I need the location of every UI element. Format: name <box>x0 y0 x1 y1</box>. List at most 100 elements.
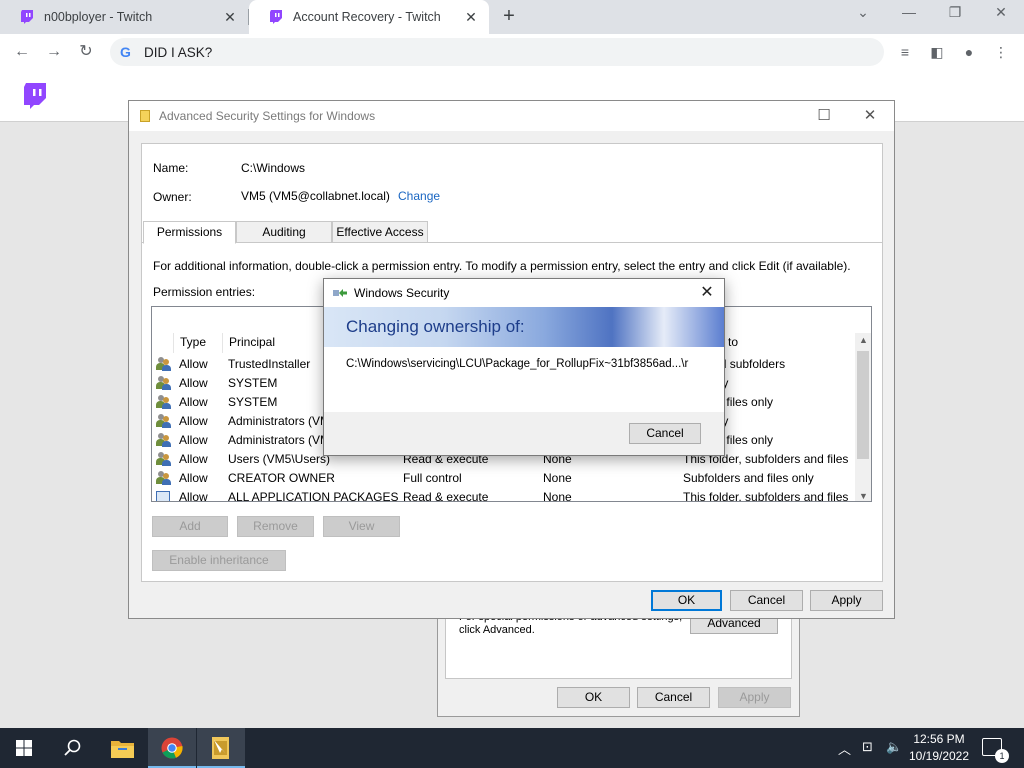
scroll-thumb[interactable] <box>857 351 869 459</box>
twitch-logo-icon[interactable] <box>23 83 47 110</box>
chrome-taskbar-button[interactable] <box>148 728 196 768</box>
start-button[interactable] <box>0 728 48 768</box>
row-type: Allow <box>179 414 208 428</box>
file-explorer-button[interactable] <box>98 728 146 768</box>
browser-tab-1[interactable]: n00bployer - Twitch ✕ <box>0 0 248 34</box>
tab-close-icon[interactable]: ✕ <box>463 9 479 25</box>
tab-title: Account Recovery - Twitch <box>293 10 441 24</box>
properties-apply-button[interactable]: Apply <box>718 687 791 708</box>
users-icon <box>156 433 171 447</box>
security-cancel-button[interactable]: Cancel <box>629 423 701 444</box>
row-type: Allow <box>179 433 208 447</box>
enable-inheritance-button[interactable]: Enable inheritance <box>152 550 286 571</box>
notification-count: 1 <box>995 749 1009 763</box>
chrome-icon <box>161 737 183 759</box>
row-principal: Users (VM5\Users) <box>228 452 331 466</box>
ok-button[interactable]: OK <box>651 590 722 611</box>
tab-auditing[interactable]: Auditing <box>236 221 332 243</box>
close-icon[interactable]: ✕ <box>855 105 885 127</box>
users-icon <box>156 414 171 428</box>
tab-title: n00bployer - Twitch <box>44 10 153 24</box>
dialog-titlebar: Advanced Security Settings for Windows ☐… <box>129 101 894 131</box>
address-bar[interactable]: G DID I ASK? <box>110 38 884 66</box>
action-center-icon[interactable]: 1 <box>982 738 1009 763</box>
browser-toolbar: ← → ↻ G DID I ASK? ≡ ◧ ● ⋮ <box>0 34 1024 70</box>
explorer-window-button[interactable] <box>197 728 245 768</box>
clock-date: 10/19/2022 <box>908 749 970 763</box>
google-icon: G <box>120 44 131 60</box>
reload-button[interactable]: ↻ <box>75 41 97 63</box>
permission-entries-label: Permission entries: <box>153 285 256 299</box>
forward-button[interactable]: → <box>43 41 65 63</box>
clock-time: 12:56 PM <box>913 732 965 746</box>
search-button[interactable] <box>48 728 96 768</box>
row-principal: SYSTEM <box>228 376 278 390</box>
network-icon[interactable]: ⊡ <box>862 739 873 755</box>
restore-button[interactable]: ❐ <box>940 4 970 26</box>
owner-label: Owner: <box>153 190 192 204</box>
tab-effective-access[interactable]: Effective Access <box>332 221 428 243</box>
row-principal: CREATOR OWNER <box>228 471 335 485</box>
security-banner: Changing ownership of: <box>324 307 724 347</box>
row-principal: Administrators (VM <box>228 414 331 428</box>
tab-close-icon[interactable]: ✕ <box>222 9 238 25</box>
tab-search-icon[interactable]: ⌄ <box>848 4 878 26</box>
row-type: Allow <box>179 357 208 371</box>
row-access: Read & execute <box>403 490 489 502</box>
transfer-icon <box>333 289 347 297</box>
cancel-button[interactable]: Cancel <box>730 590 803 611</box>
row-principal: TrustedInstaller <box>228 357 311 371</box>
row-type: Allow <box>179 376 208 390</box>
show-hidden-icons-icon[interactable]: ︿ <box>838 739 851 758</box>
new-tab-button[interactable]: + <box>498 6 520 28</box>
info-text: For additional information, double-click… <box>153 259 851 273</box>
tab-permissions[interactable]: Permissions <box>143 221 236 244</box>
scroll-down-icon[interactable]: ▼ <box>855 489 871 501</box>
row-inherited: None <box>543 490 572 502</box>
security-title: Windows Security <box>354 286 450 300</box>
add-button[interactable]: Add <box>152 516 228 537</box>
ownership-path: C:\Windows\servicing\LCU\Package_for_Rol… <box>346 358 689 370</box>
users-icon <box>156 376 171 390</box>
remove-button[interactable]: Remove <box>237 516 314 537</box>
search-icon <box>64 739 81 756</box>
security-heading: Changing ownership of: <box>346 317 525 336</box>
column-applies-to[interactable]: to <box>722 333 855 353</box>
taskbar: ︿ ⊡ 🔈 12:56 PM 10/19/2022 1 <box>0 728 1024 768</box>
media-control-icon[interactable]: ≡ <box>896 43 914 61</box>
address-bar-text: DID I ASK? <box>144 44 213 60</box>
users-icon <box>156 395 171 409</box>
users-icon <box>156 471 171 485</box>
scroll-up-icon[interactable]: ▲ <box>855 333 871 347</box>
row-type: Allow <box>179 490 208 502</box>
row-type: Allow <box>179 395 208 409</box>
row-principal: Administrators (VM <box>228 433 331 447</box>
side-panel-icon[interactable]: ◧ <box>928 43 946 61</box>
owner-value: VM5 (VM5@collabnet.local) <box>241 189 390 203</box>
menu-icon[interactable]: ⋮ <box>992 43 1010 61</box>
twitch-icon <box>21 10 33 24</box>
profile-icon[interactable]: ● <box>960 43 978 61</box>
browser-tab-2[interactable]: Account Recovery - Twitch ✕ <box>249 0 489 34</box>
apply-button[interactable]: Apply <box>810 590 883 611</box>
back-button[interactable]: ← <box>11 41 33 63</box>
change-owner-link[interactable]: Change <box>398 189 440 203</box>
clock[interactable]: 12:56 PM 10/19/2022 <box>900 731 978 765</box>
view-button[interactable]: View <box>323 516 400 537</box>
close-window-button[interactable]: ✕ <box>986 4 1016 26</box>
column-type[interactable]: Type <box>173 333 221 353</box>
row-access: Full control <box>403 471 462 485</box>
properties-ok-button[interactable]: OK <box>557 687 630 708</box>
minimize-button[interactable]: — <box>894 4 924 26</box>
folder-file-icon <box>212 737 229 759</box>
row-principal: SYSTEM <box>228 395 278 409</box>
list-scrollbar[interactable]: ▲ ▼ <box>855 333 871 501</box>
maximize-icon[interactable]: ☐ <box>809 105 839 127</box>
properties-cancel-button[interactable]: Cancel <box>637 687 710 708</box>
close-icon[interactable]: ✕ <box>696 282 718 304</box>
security-titlebar: Windows Security ✕ <box>324 279 724 307</box>
permission-row[interactable]: Allow ALL APPLICATION PACKAGES Read & exec… <box>152 488 855 502</box>
permission-row[interactable]: Allow CREATOR OWNER Full control None Subfol… <box>152 469 855 488</box>
tab-bar: Permissions Auditing Effective Access <box>142 221 882 244</box>
folder-icon <box>111 741 134 758</box>
